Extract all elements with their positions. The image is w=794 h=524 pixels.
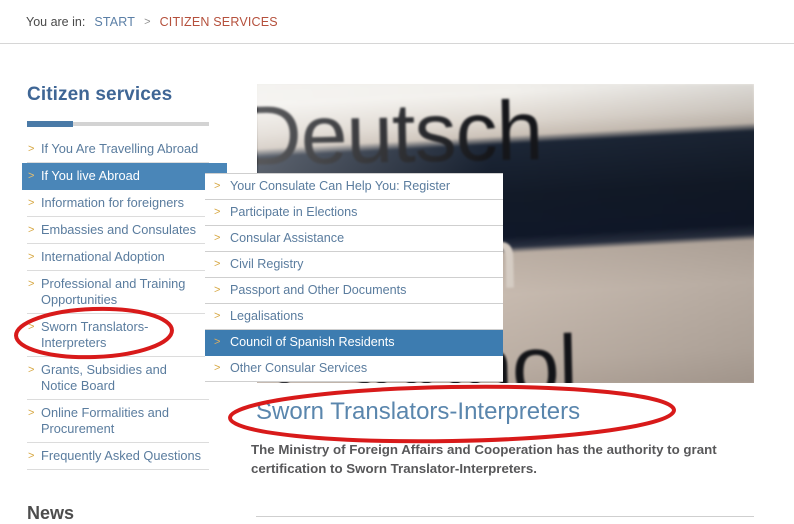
sidebar-item-label: Frequently Asked Questions	[41, 448, 202, 463]
page-description: The Ministry of Foreign Affairs and Coop…	[251, 442, 717, 476]
chevron-right-icon: >	[214, 258, 221, 270]
submenu-item[interactable]: > Other Consular Services	[205, 356, 503, 382]
chevron-right-icon: >	[214, 180, 221, 192]
chevron-right-icon: >	[28, 251, 35, 263]
breadcrumb: You are in: START > CITIZEN SERVICES	[0, 0, 794, 44]
sidebar-title: Citizen services	[27, 84, 173, 105]
page-title: Sworn Translators-Interpreters	[256, 398, 581, 425]
breadcrumb-label: You are in:	[26, 14, 86, 29]
submenu-item-label: Other Consular Services	[230, 361, 368, 375]
submenu-item-label: Consular Assistance	[230, 231, 345, 245]
submenu-item-label: Civil Registry	[230, 257, 304, 271]
sidebar-item[interactable]: > Sworn Translators-Interpreters	[27, 314, 209, 357]
chevron-right-icon: >	[28, 364, 35, 376]
sidebar-item-label: If You Are Travelling Abroad	[41, 141, 199, 156]
sidebar-item[interactable]: > If You Are Travelling Abroad	[27, 136, 209, 163]
sidebar-item[interactable]: > Grants, Subsidies and Notice Board	[27, 357, 209, 400]
submenu-item[interactable]: > Council of Spanish Residents	[205, 330, 503, 356]
submenu-item-label: Passport and Other Documents	[230, 283, 407, 297]
chevron-right-icon: >	[28, 170, 35, 182]
submenu-item[interactable]: > Legalisations	[205, 304, 503, 330]
news-divider	[256, 516, 754, 517]
sidebar-item-label: Online Formalities and Procurement	[41, 405, 170, 436]
sidebar-item[interactable]: > Online Formalities and Procurement	[27, 400, 209, 443]
sidebar-item[interactable]: > Information for foreigners	[27, 190, 209, 217]
sidebar-item-label: Grants, Subsidies and Notice Board	[41, 362, 167, 393]
submenu-item-label: Your Consulate Can Help You: Register	[230, 179, 451, 193]
breadcrumb-separator-icon: >	[144, 15, 151, 28]
chevron-right-icon: >	[28, 197, 35, 209]
sidebar-item[interactable]: > Frequently Asked Questions	[27, 443, 209, 470]
sidebar-item-label: If You live Abroad	[41, 168, 140, 183]
news-heading: News	[27, 503, 75, 523]
sidebar-item-label: Information for foreigners	[41, 195, 184, 210]
chevron-right-icon: >	[28, 450, 35, 462]
chevron-right-icon: >	[28, 278, 35, 290]
breadcrumb-current: CITIZEN SERVICES	[159, 14, 278, 29]
sidebar-title-divider	[27, 121, 209, 127]
chevron-right-icon: >	[28, 407, 35, 419]
submenu-item[interactable]: > Civil Registry	[205, 252, 503, 278]
submenu-item-label: Participate in Elections	[230, 205, 358, 219]
chevron-right-icon: >	[214, 362, 221, 374]
sidebar-nav-list: > If You Are Travelling Abroad > If You liv…	[22, 136, 227, 470]
submenu-item[interactable]: > Passport and Other Documents	[205, 278, 503, 304]
chevron-right-icon: >	[214, 310, 221, 322]
sidebar: Citizen services > If You Are Travelling …	[22, 84, 227, 470]
chevron-right-icon: >	[28, 143, 35, 155]
sidebar-item[interactable]: > Professional and Training Opportunities	[27, 271, 209, 314]
chevron-right-icon: >	[214, 336, 221, 348]
chevron-right-icon: >	[28, 224, 35, 236]
chevron-right-icon: >	[214, 284, 221, 296]
submenu-item[interactable]: > Your Consulate Can Help You: Register	[205, 174, 503, 200]
sidebar-item-label: International Adoption	[41, 249, 165, 264]
sidebar-item[interactable]: > Embassies and Consulates	[27, 217, 209, 244]
submenu-item[interactable]: > Consular Assistance	[205, 226, 503, 252]
chevron-right-icon: >	[214, 206, 221, 218]
submenu-item-label: Council of Spanish Residents	[230, 335, 395, 349]
sidebar-item[interactable]: > International Adoption	[27, 244, 209, 271]
breadcrumb-link-start[interactable]: START	[94, 15, 135, 29]
submenu-item[interactable]: > Participate in Elections	[205, 200, 503, 226]
chevron-right-icon: >	[28, 321, 35, 333]
sidebar-item-label: Sworn Translators-Interpreters	[41, 319, 149, 350]
submenu-panel: > Your Consulate Can Help You: Register > P…	[205, 173, 503, 382]
sidebar-item[interactable]: > If You live Abroad	[22, 163, 227, 190]
submenu-item-label: Legalisations	[230, 309, 304, 323]
chevron-right-icon: >	[214, 232, 221, 244]
sidebar-item-label: Embassies and Consulates	[41, 222, 197, 237]
sidebar-item-label: Professional and Training Opportunities	[41, 276, 186, 307]
